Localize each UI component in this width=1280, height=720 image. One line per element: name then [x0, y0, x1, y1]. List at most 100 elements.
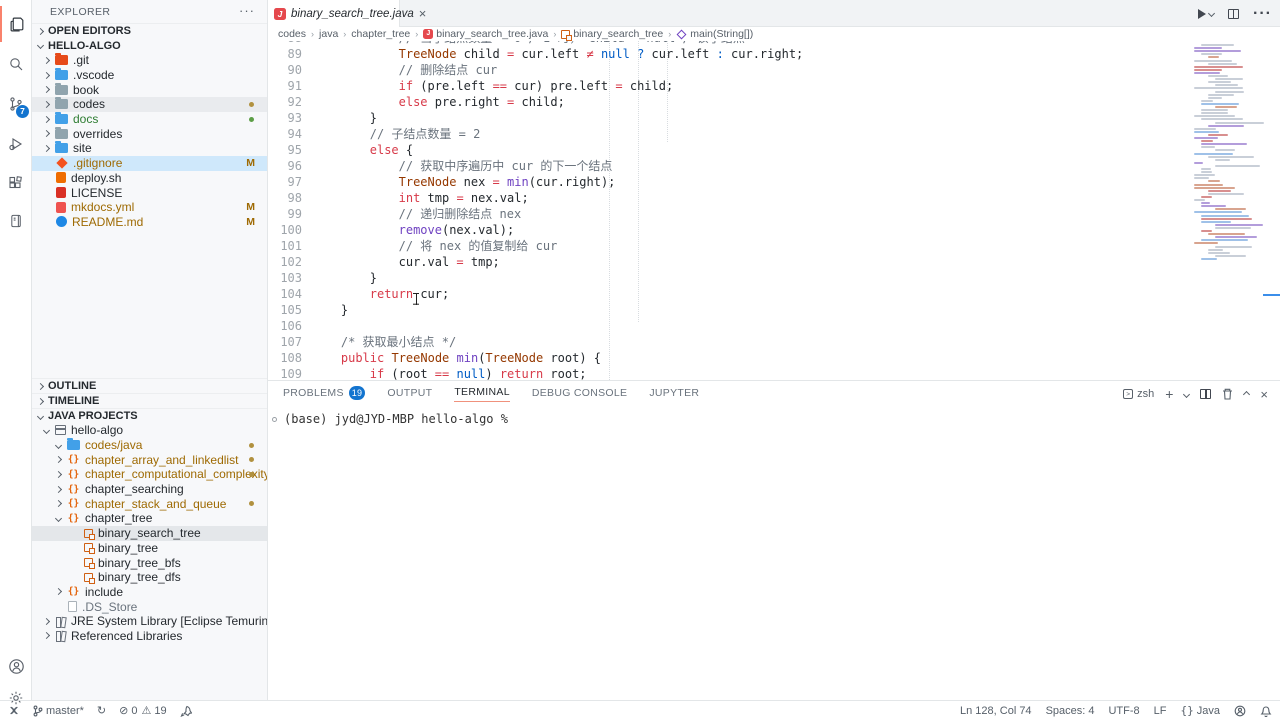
status-errors[interactable]: ⊘0	[119, 704, 137, 717]
panel-tab-problems[interactable]: PROBLEMS19	[283, 386, 365, 403]
jp-item-codes-java[interactable]: codes/java	[32, 438, 267, 453]
maximize-panel-icon[interactable]	[1243, 390, 1250, 397]
jp-item-hello-algo[interactable]: hello-algo	[32, 423, 267, 438]
editor-more-actions-icon[interactable]: ···	[1253, 5, 1272, 23]
status-lf[interactable]: LF	[1154, 705, 1167, 717]
minimap-line	[1201, 230, 1212, 232]
breadcrumb-item[interactable]: binary_search_tree	[561, 28, 663, 40]
split-terminal-icon[interactable]	[1200, 389, 1211, 399]
tree-item-docs[interactable]: docs	[32, 112, 267, 127]
tree-item--vscode[interactable]: .vscode	[32, 68, 267, 83]
jp-item-label: JRE System Library [Eclipse Temurin 17 […	[71, 614, 268, 628]
jp-item-JRE-System-Library-Eclipse-Temurin-17-17[interactable]: JRE System Library [Eclipse Temurin 17 […	[32, 614, 267, 629]
section-root-folder[interactable]: HELLO-ALGO	[32, 38, 267, 53]
jp-item--DS_Store[interactable]: .DS_Store	[32, 599, 267, 614]
tab-binary-search-tree[interactable]: J binary_search_tree.java ×	[268, 0, 400, 27]
new-terminal-icon[interactable]: +	[1165, 386, 1173, 402]
code-line: }	[312, 302, 348, 318]
terminal-profile-select[interactable]: > zsh	[1123, 388, 1154, 400]
code-line: }	[312, 270, 377, 286]
section-timeline[interactable]: TIMELINE	[32, 393, 267, 408]
close-panel-icon[interactable]: ×	[1260, 387, 1268, 402]
jp-item-binary_tree[interactable]: binary_tree	[32, 541, 267, 556]
jp-item-chapter_stack_and_queue[interactable]: {}chapter_stack_and_queue	[32, 496, 267, 511]
section-open-editors[interactable]: OPEN EDITORS	[32, 23, 267, 38]
git-modified-badge: M	[246, 201, 255, 213]
tree-item-LICENSE[interactable]: LICENSE	[32, 185, 267, 200]
class-icon	[84, 543, 93, 552]
status-warnings[interactable]: ⚠19	[141, 704, 166, 717]
panel-tab-jupyter[interactable]: JUPYTER	[649, 387, 699, 402]
status-ln-128-col-74[interactable]: Ln 128, Col 74	[960, 705, 1032, 717]
status-rocket[interactable]	[180, 705, 192, 717]
tree-item-codes[interactable]: codes	[32, 97, 267, 112]
panel-tab-terminal[interactable]: TERMINAL	[454, 386, 510, 402]
braces-icon: {}	[67, 498, 80, 509]
source-control-icon[interactable]: 7	[0, 86, 32, 122]
jp-item-chapter_array_and_linkedlist[interactable]: {}chapter_array_and_linkedlist	[32, 452, 267, 467]
jp-item-chapter_computational_complexity[interactable]: {}chapter_computational_complexity	[32, 467, 267, 482]
code-line: /* 获取最小结点 */	[312, 334, 456, 350]
breadcrumb-item[interactable]: main(String[])	[676, 28, 753, 40]
panel-tab-output[interactable]: OUTPUT	[387, 387, 432, 402]
split-editor-icon[interactable]	[1228, 9, 1239, 19]
breadcrumb-item[interactable]: Jbinary_search_tree.java	[423, 28, 548, 40]
status-branch[interactable]: master*	[33, 705, 84, 717]
code-editor[interactable]: 88// 当子结点数量 = 0 / 1 时， child = null / 该子…	[268, 28, 1280, 380]
run-debug-icon[interactable]	[0, 126, 32, 162]
run-dropdown-icon[interactable]	[1208, 10, 1215, 17]
terminal-dropdown-icon[interactable]	[1183, 390, 1190, 397]
extensions-icon[interactable]	[0, 166, 32, 202]
minimap-line	[1201, 100, 1213, 102]
jp-item-chapter_tree[interactable]: {}chapter_tree	[32, 511, 267, 526]
line-number: 96	[268, 158, 302, 174]
jp-item-include[interactable]: {}include	[32, 585, 267, 600]
tree-item-site[interactable]: site	[32, 141, 267, 156]
jp-item-binary_search_tree[interactable]: binary_search_tree	[32, 526, 267, 541]
command-decoration-icon	[272, 417, 277, 422]
minimap-line	[1201, 118, 1243, 120]
more-actions-icon[interactable]: ···	[239, 3, 255, 18]
section-java-projects[interactable]: JAVA PROJECTS	[32, 408, 267, 423]
jp-item-binary_tree_dfs[interactable]: binary_tree_dfs	[32, 570, 267, 585]
run-button[interactable]	[1198, 9, 1214, 19]
gitignore-icon	[56, 157, 67, 168]
jp-item-label: binary_search_tree	[98, 526, 201, 540]
tree-item--git[interactable]: .git	[32, 53, 267, 68]
status-braces[interactable]: {}Java	[1181, 704, 1221, 717]
kill-terminal-icon[interactable]	[1222, 388, 1233, 400]
panel-tab-label: DEBUG CONSOLE	[532, 387, 628, 399]
code-line: // 将 nex 的值复制给 cur	[312, 238, 557, 254]
status-utf-8[interactable]: UTF-8	[1108, 705, 1139, 717]
status-bell[interactable]	[1260, 705, 1272, 717]
jp-item-Referenced-Libraries[interactable]: Referenced Libraries	[32, 629, 267, 644]
tree-item-mkdocs-yml[interactable]: mkdocs.ymlM	[32, 200, 267, 215]
tree-item-README-md[interactable]: README.mdM	[32, 215, 267, 230]
status-label: Java	[1197, 705, 1220, 717]
tree-item-overrides[interactable]: overrides	[32, 126, 267, 141]
account-icon[interactable]	[0, 648, 32, 684]
explorer-icon[interactable]	[0, 6, 32, 42]
terminal-prompt[interactable]: (base) jyd@JYD-MBP hello-algo %	[283, 412, 508, 426]
section-outline[interactable]: OUTLINE	[32, 378, 267, 393]
tree-item--gitignore[interactable]: .gitignoreM	[32, 156, 267, 171]
close-tab-icon[interactable]: ×	[419, 6, 427, 21]
panel-tab-debug-console[interactable]: DEBUG CONSOLE	[532, 387, 628, 402]
minimap-line	[1201, 218, 1252, 220]
notebook-icon[interactable]	[0, 203, 32, 239]
tree-item-book[interactable]: book	[32, 82, 267, 97]
minimap[interactable]	[1190, 44, 1262, 274]
breadcrumb-item[interactable]: codes	[278, 28, 306, 40]
settings-gear-icon[interactable]	[0, 680, 32, 716]
breadcrumb-item[interactable]: chapter_tree	[351, 28, 410, 40]
status-java-status[interactable]	[1234, 705, 1246, 717]
minimap-line	[1194, 115, 1235, 117]
jp-item-binary_tree_bfs[interactable]: binary_tree_bfs	[32, 555, 267, 570]
breadcrumb-item[interactable]: java	[319, 28, 338, 40]
status-spaces-4[interactable]: Spaces: 4	[1046, 705, 1095, 717]
status-sync[interactable]: ↻	[97, 704, 106, 717]
search-icon[interactable]	[0, 46, 32, 82]
jp-item-chapter_searching[interactable]: {}chapter_searching	[32, 482, 267, 497]
code-line: else pre.right = child;	[312, 94, 565, 110]
tree-item-deploy-sh[interactable]: deploy.sh	[32, 171, 267, 186]
